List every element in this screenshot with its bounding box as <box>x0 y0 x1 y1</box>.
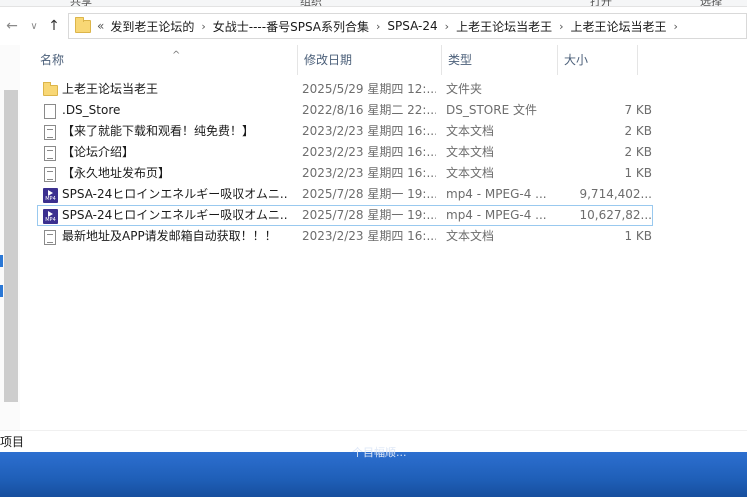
navigation-pane-marker <box>0 255 3 267</box>
file-row-selected[interactable]: MP4 SPSA-24ヒロインエネルギー吸収オムニ... 2025/7/28 星… <box>37 205 653 226</box>
file-explorer-window: 共享 组织 打开 选择 ← ∨ ↑ « 发到老王论坛的 › 女战士----番号S… <box>0 0 747 452</box>
video-file-icon: MP4 <box>42 187 58 203</box>
recent-locations-button[interactable]: ∨ <box>24 16 44 36</box>
ribbon-tab-share[interactable]: 共享 <box>70 0 92 6</box>
navigation-pane-marker <box>0 285 3 297</box>
arrow-up-icon: ↑ <box>48 18 60 34</box>
chevron-right-icon[interactable]: › <box>201 20 205 33</box>
file-size: 10,627,82... <box>579 208 652 222</box>
file-type: 文本文档 <box>446 145 495 159</box>
file-row[interactable]: MP4 SPSA-24ヒロインエネルギー吸収オムニ... 2025/7/28 星… <box>37 184 653 205</box>
video-file-icon: MP4 <box>42 208 58 224</box>
file-name: 【论坛介绍】 <box>62 145 135 159</box>
file-row[interactable]: .DS_Store 2022/8/16 星期二 22:... DS_STORE … <box>37 100 653 121</box>
file-list: 名称 ^ 修改日期 类型 大小 上老王论坛当老王 2025/5/29 星期四 1… <box>20 45 747 430</box>
breadcrumb-item[interactable]: 女战士----番号SPSA系列合集 <box>213 18 369 35</box>
file-type: 文本文档 <box>446 166 495 180</box>
sort-ascending-icon: ^ <box>172 50 181 61</box>
file-name: SPSA-24ヒロインエネルギー吸収オムニ... <box>62 187 288 201</box>
file-size: 1 KB <box>624 229 652 243</box>
file-icon <box>42 103 58 119</box>
column-header-name[interactable]: 名称 ^ <box>34 45 298 75</box>
file-type: 文本文档 <box>446 124 495 138</box>
folder-icon <box>75 16 91 33</box>
back-button[interactable]: ← <box>2 16 22 36</box>
address-bar[interactable]: « 发到老王论坛的 › 女战士----番号SPSA系列合集 › SPSA-24 … <box>68 13 747 39</box>
file-row[interactable]: 【来了就能下载和观看！纯免费！】 2023/2/23 星期四 16:... 文本… <box>37 121 653 142</box>
ribbon-tab-organize[interactable]: 组织 <box>300 0 322 6</box>
breadcrumb-item[interactable]: 上老王论坛当老王 <box>570 18 666 35</box>
file-date: 2023/2/23 星期四 16:... <box>302 145 436 159</box>
up-button[interactable]: ↑ <box>44 16 64 36</box>
text-file-icon <box>42 124 58 140</box>
chevron-right-icon[interactable]: › <box>376 20 380 33</box>
file-date: 2025/7/28 星期一 19:... <box>302 208 436 222</box>
text-file-icon <box>42 166 58 182</box>
file-name: 【来了就能下载和观看！纯免费！】 <box>62 124 255 138</box>
breadcrumb-item[interactable]: SPSA-24 <box>387 19 437 33</box>
ribbon: 共享 组织 打开 选择 <box>0 0 747 7</box>
breadcrumb-item[interactable]: 上老王论坛当老王 <box>456 18 552 35</box>
chevron-right-icon[interactable]: › <box>674 20 678 33</box>
status-text: 项目 <box>0 435 25 449</box>
breadcrumb-item[interactable]: 发到老王论坛的 <box>110 18 194 35</box>
file-row[interactable]: 【论坛介绍】 2023/2/23 星期四 16:... 文本文档 2 KB <box>37 142 653 163</box>
text-file-icon <box>42 145 58 161</box>
navigation-bar: ← ∨ ↑ « 发到老王论坛的 › 女战士----番号SPSA系列合集 › SP… <box>0 7 747 45</box>
chevron-right-icon[interactable]: › <box>559 20 563 33</box>
chevron-right-icon[interactable]: › <box>445 20 449 33</box>
file-name: .DS_Store <box>62 103 121 117</box>
file-date: 2023/2/23 星期四 16:... <box>302 124 436 138</box>
file-type: 文件夹 <box>446 82 483 96</box>
chevron-down-icon: ∨ <box>30 20 38 32</box>
file-date: 2023/2/23 星期四 16:... <box>302 166 436 180</box>
file-row[interactable]: 上老王论坛当老王 2025/5/29 星期四 12:... 文件夹 <box>37 79 653 100</box>
navigation-pane-scrollbar[interactable] <box>4 90 18 402</box>
file-size: 9,714,402... <box>579 187 652 201</box>
file-size: 2 KB <box>624 145 652 159</box>
breadcrumb-overflow[interactable]: « <box>97 19 104 33</box>
ribbon-tab-open[interactable]: 打开 <box>590 0 612 6</box>
arrow-left-icon: ← <box>6 18 18 34</box>
navigation-pane[interactable] <box>0 45 20 430</box>
file-date: 2022/8/16 星期二 22:... <box>302 103 436 117</box>
file-name: 上老王论坛当老王 <box>62 82 159 96</box>
file-type: DS_STORE 文件 <box>446 103 537 117</box>
ribbon-tab-select[interactable]: 选择 <box>700 0 722 6</box>
file-row[interactable]: 最新地址及APP请发邮箱自动获取！！！ 2023/2/23 星期四 16:...… <box>37 226 653 247</box>
file-date: 2023/2/23 星期四 16:... <box>302 229 436 243</box>
file-size: 7 KB <box>624 103 652 117</box>
file-name: SPSA-24ヒロインエネルギー吸収オムニ... <box>62 208 288 222</box>
column-header-date[interactable]: 修改日期 <box>298 45 442 75</box>
column-header-type[interactable]: 类型 <box>442 45 558 75</box>
taskbar-hint: 个目幅顺... <box>352 446 407 459</box>
file-size <box>558 80 654 99</box>
file-row[interactable]: 【永久地址发布页】 2023/2/23 星期四 16:... 文本文档 1 KB <box>37 163 653 184</box>
file-type: mp4 - MPEG-4 ... <box>446 187 547 201</box>
file-type: 文本文档 <box>446 229 495 243</box>
file-date: 2025/5/29 星期四 12:... <box>302 82 436 96</box>
file-size: 1 KB <box>624 166 652 180</box>
column-header-size[interactable]: 大小 <box>558 45 638 75</box>
file-type: mp4 - MPEG-4 ... <box>446 208 547 222</box>
file-name: 最新地址及APP请发邮箱自动获取！！！ <box>62 229 277 243</box>
column-headers: 名称 ^ 修改日期 类型 大小 <box>20 45 747 75</box>
text-file-icon <box>42 229 58 245</box>
file-name: 【永久地址发布页】 <box>62 166 171 180</box>
folder-icon <box>42 82 58 98</box>
file-date: 2025/7/28 星期一 19:... <box>302 187 436 201</box>
file-size: 2 KB <box>624 124 652 138</box>
